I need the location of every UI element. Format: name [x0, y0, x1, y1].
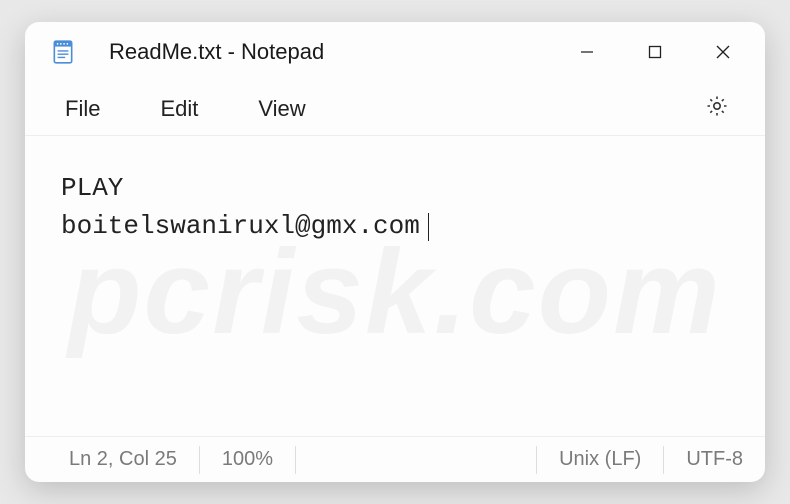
status-line-ending: Unix (LF): [537, 446, 664, 474]
notepad-icon: [49, 38, 77, 66]
text-editor[interactable]: PLAY boitelswaniruxl@gmx.com: [25, 136, 765, 436]
settings-button[interactable]: [693, 89, 741, 129]
editor-line-1: PLAY: [61, 173, 123, 203]
maximize-button[interactable]: [621, 22, 689, 82]
menubar: File Edit View: [25, 82, 765, 136]
status-encoding: UTF-8: [664, 446, 765, 474]
minimize-button[interactable]: [553, 22, 621, 82]
statusbar: Ln 2, Col 25 100% Unix (LF) UTF-8: [25, 436, 765, 482]
notepad-window: ReadMe.txt - Notepad File Edit View: [25, 22, 765, 482]
text-caret: [428, 213, 429, 241]
close-button[interactable]: [689, 22, 757, 82]
window-title: ReadMe.txt - Notepad: [109, 39, 324, 65]
titlebar: ReadMe.txt - Notepad: [25, 22, 765, 82]
menu-view[interactable]: View: [228, 88, 335, 130]
editor-line-2: boitelswaniruxl@gmx.com: [61, 211, 420, 241]
status-zoom[interactable]: 100%: [200, 446, 296, 474]
gear-icon: [705, 94, 729, 123]
window-controls: [553, 22, 757, 82]
status-position: Ln 2, Col 25: [25, 446, 200, 474]
menu-file[interactable]: File: [35, 88, 130, 130]
menu-edit[interactable]: Edit: [130, 88, 228, 130]
